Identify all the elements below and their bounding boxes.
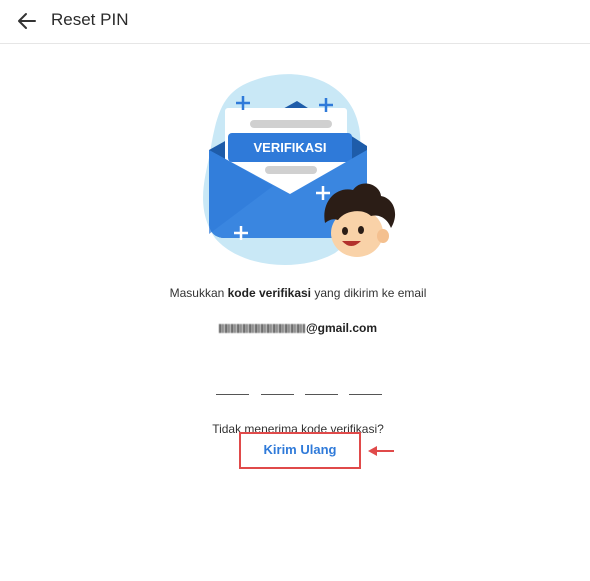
email-redaction [218, 324, 305, 334]
verification-envelope-illustration: VERIFIKASI [203, 74, 396, 265]
pointer-arrow-icon [368, 446, 394, 456]
resend-button[interactable]: Kirim Ulang [239, 442, 361, 457]
masked-email: @gmail.com [0, 321, 590, 335]
arrow-left-icon[interactable] [15, 9, 39, 33]
verifikasi-banner: VERIFIKASI [254, 140, 327, 155]
top-bar: Reset PIN [0, 0, 590, 44]
otp-digit-2[interactable] [261, 380, 294, 395]
page-title: Reset PIN [51, 10, 129, 29]
otp-digit-1[interactable] [216, 380, 249, 395]
otp-digit-4[interactable] [349, 380, 382, 395]
otp-digit-3[interactable] [305, 380, 338, 395]
instruction-bold: kode verifikasi [227, 286, 312, 300]
verification-instruction: Masukkan kode verifikasi yang dikirim ke… [169, 286, 427, 300]
